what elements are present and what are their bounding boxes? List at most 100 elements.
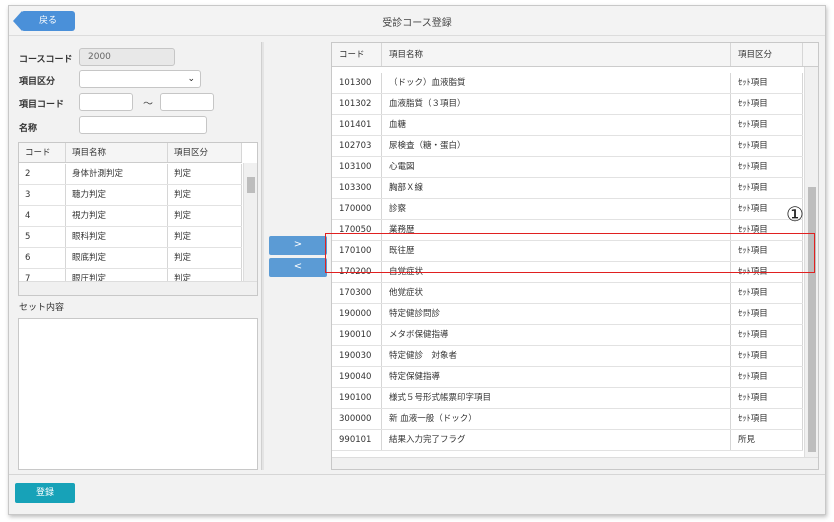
table-row[interactable]: 102703 尿検査（糖・蛋白） ｾｯﾄ項目 xyxy=(332,136,803,157)
cell-code: 170300 xyxy=(332,283,382,303)
scroll-thumb[interactable] xyxy=(247,177,255,193)
cell-name: 視力判定 xyxy=(66,206,168,226)
table-row[interactable]: 5 眼科判定 判定 xyxy=(19,227,242,248)
annotation-marker: ① xyxy=(786,202,804,226)
name-field[interactable] xyxy=(79,116,207,134)
table-row[interactable]: 4 視力判定 判定 xyxy=(19,206,242,227)
column-header-category[interactable]: 項目区分 xyxy=(168,143,242,162)
column-header-code[interactable]: コード xyxy=(332,43,382,66)
cell-category: ｾｯﾄ項目 xyxy=(731,136,803,156)
pane-splitter[interactable] xyxy=(261,42,264,470)
column-header-name[interactable]: 項目名称 xyxy=(382,43,731,66)
register-button[interactable]: 登録 xyxy=(15,483,75,503)
table-row[interactable]: 101401 血糖 ｾｯﾄ項目 xyxy=(332,115,803,136)
cell-code: 103300 xyxy=(332,178,382,198)
footer-bar: 登録 xyxy=(9,474,825,514)
set-contents-label: セット内容 xyxy=(19,303,65,313)
table-row[interactable]: 190040 特定保健指導 ｾｯﾄ項目 xyxy=(332,367,803,388)
cell-category: ｾｯﾄ項目 xyxy=(731,388,803,408)
cell-code: 102703 xyxy=(332,136,382,156)
column-header-code[interactable]: コード xyxy=(19,143,66,162)
item-code-from-field[interactable] xyxy=(79,93,133,111)
scroll-thumb[interactable] xyxy=(808,187,816,452)
column-header-name[interactable]: 項目名称 xyxy=(66,143,168,162)
cell-code: 300000 xyxy=(332,409,382,429)
table-row[interactable]: 990101 結果入力完了フラグ 所見 xyxy=(332,430,803,451)
table-row[interactable]: 101302 血液脂質（３項目） ｾｯﾄ項目 xyxy=(332,94,803,115)
course-code-field: 2000 xyxy=(79,48,175,66)
cell-code: 990101 xyxy=(332,430,382,450)
cell-name: 眼科判定 xyxy=(66,227,168,247)
table-row[interactable]: 170000 診察 ｾｯﾄ項目 xyxy=(332,199,803,220)
table-row[interactable]: 101300 （ドック）血液脂質 ｾｯﾄ項目 xyxy=(332,73,803,94)
cell-category: ｾｯﾄ項目 xyxy=(731,94,803,114)
chevron-down-icon: ⌄ xyxy=(187,74,195,84)
cell-category: ｾｯﾄ項目 xyxy=(731,178,803,198)
header-bar: 戻る 受診コース登録 xyxy=(9,6,825,36)
cell-name: 新 血液一般（ドック） xyxy=(382,409,731,429)
item-search-grid: コード 項目名称 項目区分 2 身体計測判定 判定 3 聴力判定 判定 4 視力判定 判定 5 眼科… xyxy=(18,142,258,296)
category-label: 項目区分 xyxy=(19,77,56,87)
cell-category: ｾｯﾄ項目 xyxy=(731,157,803,177)
cell-category: 判定 xyxy=(168,206,242,226)
page-title: 受診コース登録 xyxy=(382,18,452,29)
cell-category: 所見 xyxy=(731,430,803,450)
cell-code: 4 xyxy=(19,206,66,226)
cell-category: 判定 xyxy=(168,185,242,205)
table-row[interactable]: 103300 胸部Ｘ線 ｾｯﾄ項目 xyxy=(332,178,803,199)
search-pane: コースコード 2000 項目区分 ⌄ 項目コード ～ 名称 コード 項目名称 項… xyxy=(15,42,261,470)
cell-name: 聴力判定 xyxy=(66,185,168,205)
table-row[interactable]: 190010 メタボ保健指導 ｾｯﾄ項目 xyxy=(332,325,803,346)
cell-code: 101401 xyxy=(332,115,382,135)
item-code-label: 項目コード xyxy=(19,100,65,110)
table-row[interactable]: 2 身体計測判定 判定 xyxy=(19,164,242,185)
add-item-button[interactable]: > xyxy=(269,236,327,255)
left-grid-vertical-scrollbar[interactable] xyxy=(243,163,257,281)
cell-name: 血糖 xyxy=(382,115,731,135)
table-row[interactable]: 190100 様式５号形式帳票印字項目 ｾｯﾄ項目 xyxy=(332,388,803,409)
cell-category: ｾｯﾄ項目 xyxy=(731,409,803,429)
course-code-label: コースコード xyxy=(19,55,73,65)
cell-code: 5 xyxy=(19,227,66,247)
cell-name: （ドック）血液脂質 xyxy=(382,73,731,93)
cell-code: 103100 xyxy=(332,157,382,177)
cell-category: 判定 xyxy=(168,227,242,247)
cell-name: 心電図 xyxy=(382,157,731,177)
range-tilde: ～ xyxy=(143,99,153,110)
cell-category: ｾｯﾄ項目 xyxy=(731,367,803,387)
remove-item-button[interactable]: < xyxy=(269,258,327,277)
table-row[interactable]: 103100 心電図 ｾｯﾄ項目 xyxy=(332,157,803,178)
cell-code: 2 xyxy=(19,164,66,184)
cell-code: 170000 xyxy=(332,199,382,219)
table-row[interactable]: 6 眼底判定 判定 xyxy=(19,248,242,269)
course-registration-window: 戻る 受診コース登録 コースコード 2000 項目区分 ⌄ 項目コード ～ 名称… xyxy=(8,5,826,515)
cell-code: 190100 xyxy=(332,388,382,408)
grid-header: コード 項目名称 項目区分 xyxy=(19,143,242,163)
cell-name: 特定健診問診 xyxy=(382,304,731,324)
table-row[interactable]: 190000 特定健診問診 ｾｯﾄ項目 xyxy=(332,304,803,325)
column-header-category[interactable]: 項目区分 xyxy=(731,43,803,66)
cell-code: 101300 xyxy=(332,73,382,93)
cell-name: 眼底判定 xyxy=(66,248,168,268)
table-row[interactable]: 300000 新 血液一般（ドック） ｾｯﾄ項目 xyxy=(332,409,803,430)
cell-category: ｾｯﾄ項目 xyxy=(731,73,803,93)
cell-name: 他覚症状 xyxy=(382,283,731,303)
cell-name: 様式５号形式帳票印字項目 xyxy=(382,388,731,408)
cell-category: 判定 xyxy=(168,248,242,268)
name-label: 名称 xyxy=(19,124,38,134)
cell-code: 3 xyxy=(19,185,66,205)
cell-code: 190040 xyxy=(332,367,382,387)
cell-category: ｾｯﾄ項目 xyxy=(731,115,803,135)
cell-code: 190000 xyxy=(332,304,382,324)
right-grid-horizontal-scrollbar[interactable] xyxy=(332,457,818,469)
category-select[interactable]: ⌄ xyxy=(79,70,201,88)
cell-category: ｾｯﾄ項目 xyxy=(731,304,803,324)
left-grid-horizontal-scrollbar[interactable] xyxy=(19,281,257,295)
cell-name: 結果入力完了フラグ xyxy=(382,430,731,450)
table-row[interactable]: 3 聴力判定 判定 xyxy=(19,185,242,206)
table-row[interactable]: 170300 他覚症状 ｾｯﾄ項目 xyxy=(332,283,803,304)
table-row[interactable]: 190030 特定健診 対象者 ｾｯﾄ項目 xyxy=(332,346,803,367)
cell-category: 判定 xyxy=(168,164,242,184)
highlight-annotation-box xyxy=(325,233,815,273)
item-code-to-field[interactable] xyxy=(160,93,214,111)
